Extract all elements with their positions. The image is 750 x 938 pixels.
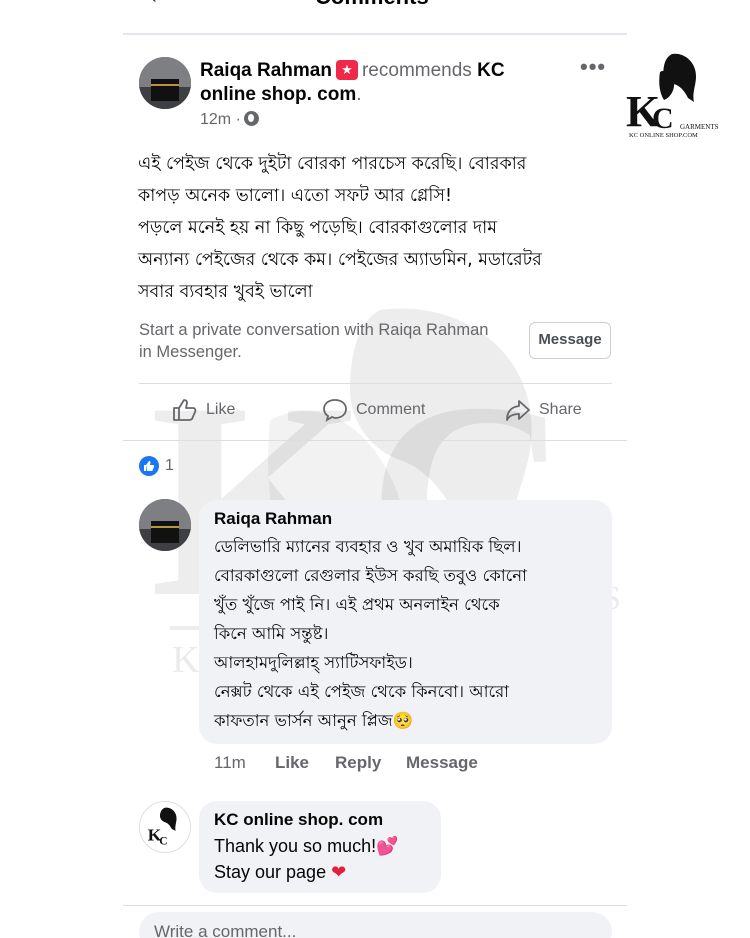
share-arrow-icon — [506, 400, 530, 421]
share-button[interactable]: Share — [505, 398, 582, 422]
kaaba-avatar-image — [139, 499, 191, 551]
comment-bubble-icon — [323, 399, 347, 422]
write-comment-input[interactable] — [139, 912, 612, 938]
reaction-count: 1 — [165, 457, 174, 474]
commenter-avatar[interactable] — [139, 499, 191, 551]
logo-site-text: KC ONLINE SHOP.COM — [629, 132, 698, 139]
star-badge-icon: ★ — [335, 60, 358, 80]
comment-author[interactable]: Raiqa Rahman — [214, 509, 332, 529]
comment-reply-button[interactable]: Reply — [335, 753, 381, 773]
logo-garments-text: GARMENTS — [680, 123, 719, 131]
comment-like-button[interactable]: Like — [275, 753, 309, 773]
post-header-text: Raiqa Rahman ★ recommends KC online shop. … — [200, 59, 540, 107]
like-label: Like — [206, 401, 236, 418]
comment-label: Comment — [356, 401, 426, 418]
more-options-icon[interactable]: ••• — [580, 54, 606, 80]
svg-text:C: C — [159, 835, 167, 847]
composer-divider — [123, 905, 627, 906]
reply-author[interactable]: KC online shop. com — [214, 810, 383, 830]
thumbs-up-icon — [173, 399, 197, 421]
post-time: 12m · — [200, 111, 259, 129]
back-arrow-icon[interactable]: ‹ — [150, 0, 157, 9]
message-button[interactable]: Message — [529, 322, 611, 359]
kc-garments-logo: K C GARMENTS KC ONLINE SHOP.COM — [622, 52, 719, 144]
comment-time: 11m — [214, 753, 246, 772]
share-label: Share — [539, 401, 582, 418]
page-title: Comments — [315, 0, 429, 10]
actions-divider-top — [139, 383, 612, 384]
private-conversation-text: Start a private conversation with Raiqa … — [139, 321, 489, 361]
reply-text-line1: Thank you so much!💕 — [214, 836, 399, 856]
page-avatar[interactable]: K C — [139, 801, 191, 853]
avatar[interactable] — [139, 57, 191, 109]
red-heart-icon: ❤ — [331, 862, 347, 882]
comment-text: ডেলিভারি ম্যানের ব্যবহার ও খুব অমায়িক ছ… — [214, 537, 527, 730]
comment-button[interactable]: Comment — [322, 398, 425, 422]
like-button[interactable]: Like — [172, 398, 235, 422]
recommends-label: recommends — [361, 60, 472, 81]
kc-logo-avatar-image: K C — [140, 802, 190, 852]
header-divider — [123, 33, 627, 35]
logo-letter-c: C — [652, 102, 674, 135]
like-reaction-icon — [139, 456, 159, 476]
globe-icon — [243, 111, 259, 126]
comment-message-button[interactable]: Message — [406, 753, 478, 773]
reaction-summary[interactable]: 1 — [139, 456, 174, 476]
post-time-text: 12m · — [200, 111, 241, 128]
post-body: এই পেইজ থেকে দুইটা বোরকা পারচেস করেছি। ব… — [138, 154, 542, 302]
reply-text-line2-text: Stay our page — [214, 862, 327, 882]
actions-divider-bottom — [123, 440, 627, 441]
reply-text-line2: Stay our page ❤ — [214, 862, 346, 883]
period: . — [356, 84, 362, 105]
kaaba-avatar-image — [139, 57, 191, 109]
post-author[interactable]: Raiqa Rahman — [200, 60, 332, 81]
